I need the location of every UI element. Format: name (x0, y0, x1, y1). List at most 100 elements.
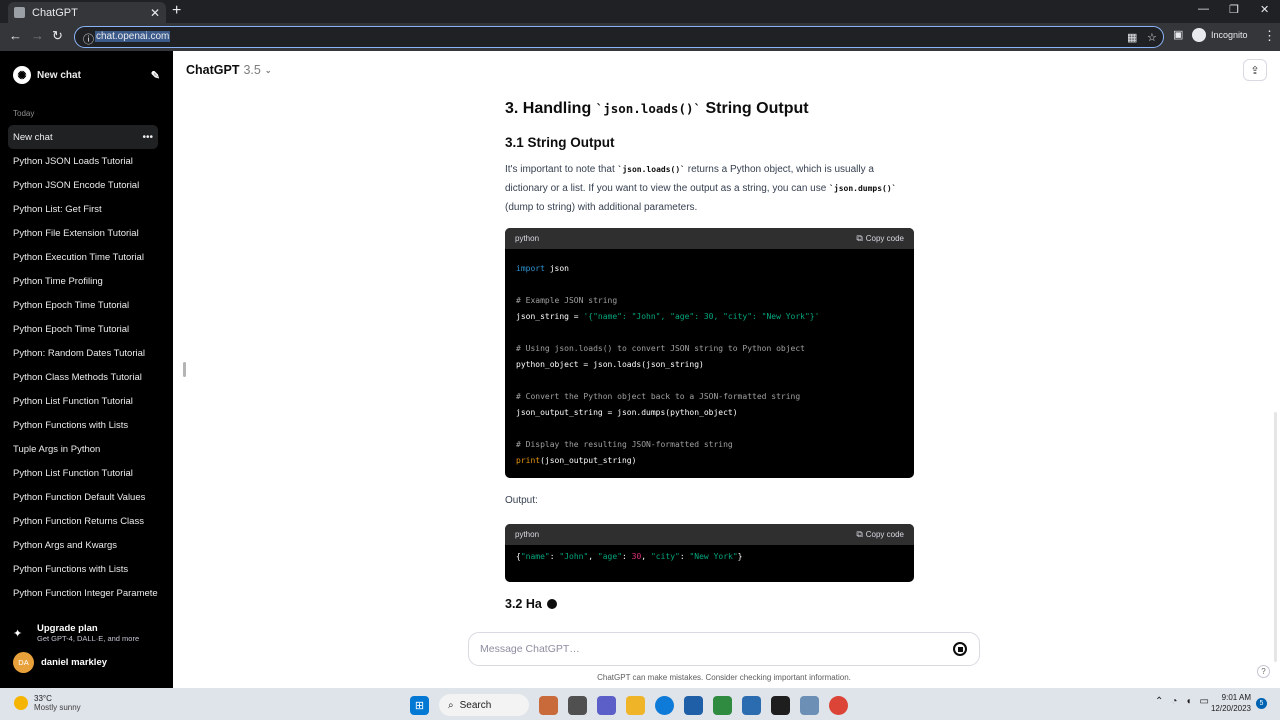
sidebar-item[interactable]: Python List Function Tutorial (8, 461, 158, 485)
heading-text: 3.2 Ha (505, 597, 542, 611)
back-icon[interactable]: ← (9, 28, 22, 43)
sidebar-item-label: Tuple Args in Python (13, 443, 101, 455)
profile-label: Incognito (1211, 30, 1248, 40)
address-bar[interactable]: ⓘ chat.openai.com ▦ ☆ (74, 26, 1164, 48)
incognito-profile[interactable]: Incognito (1192, 28, 1248, 42)
sidebar-item[interactable]: Python Time Profiling (8, 269, 158, 293)
tab-title: ChatGPT (32, 6, 78, 19)
help-icon[interactable]: ? (1257, 665, 1270, 678)
search-icon: ⌕ (448, 699, 454, 711)
window-close-icon[interactable]: ✕ (1260, 3, 1269, 16)
scrollbar[interactable] (1274, 412, 1277, 662)
sidebar-item[interactable]: Python Functions with Lists (8, 413, 158, 437)
sidebar-collapse-handle[interactable] (183, 362, 186, 377)
new-chat-button[interactable]: ✺ New chat ✎ (13, 65, 160, 85)
forward-icon[interactable]: → (31, 28, 44, 43)
sidebar-item[interactable]: New chat ••• (8, 125, 158, 149)
minimize-icon[interactable]: — (1198, 3, 1209, 15)
chat-app-icon[interactable] (597, 695, 616, 715)
avatar: DA (13, 652, 34, 673)
share-button[interactable]: ⇪ (1243, 59, 1267, 81)
sidebar-item-label: Python Function Default Values (13, 491, 146, 503)
wifi-icon[interactable]: ◔ (1171, 696, 1177, 707)
site-info-icon[interactable]: ⓘ (83, 31, 94, 47)
sidebar-item[interactable]: Python JSON Encode Tutorial (8, 173, 158, 197)
code-token: , (588, 552, 598, 561)
reload-icon[interactable]: ↻ (52, 28, 63, 44)
edge-browser-icon[interactable] (655, 695, 674, 715)
sidebar-item[interactable]: Python Function Integer Parameter (8, 581, 158, 605)
sidebar-item[interactable]: Python Function Default Values (8, 485, 158, 509)
sparkle-icon: ✦ (13, 627, 23, 640)
copy-code-button[interactable]: ⧉ Copy code (856, 233, 904, 244)
url-text[interactable]: chat.openai.com (95, 31, 171, 42)
code-token: json_string = (516, 312, 584, 321)
sidebar-item[interactable]: Python Epoch Time Tutorial (8, 317, 158, 341)
volume-icon[interactable]: ◖ (1185, 696, 1191, 707)
openai-logo-icon: ✺ (13, 66, 31, 84)
sidebar-item[interactable]: Python List: Get First (8, 197, 158, 221)
model-name: ChatGPT (186, 63, 240, 77)
sidebar-item-label: Python Class Methods Tutorial (13, 371, 142, 383)
paragraph-text: (dump to string) with additional paramet… (505, 202, 698, 213)
clock[interactable]: 9:01 AM 12/20/2023 (1207, 692, 1251, 714)
disclaimer: ChatGPT can make mistakes. Consider chec… (597, 673, 851, 682)
chat-history-list: New chat ••• Python JSON Loads Tutorial P… (8, 125, 158, 605)
taskbar: 33°C Mostly sunny ⊞ ⌕ Search ⌃ ◔ ◖ ▭ 9:01… (0, 688, 1280, 720)
message-input[interactable]: Message ChatGPT… (468, 632, 980, 666)
sidebar-item-label: Python List Function Tutorial (13, 467, 133, 479)
code-token: "John" (559, 552, 589, 561)
code-token: "name" (520, 552, 550, 561)
task-view-icon[interactable] (568, 695, 587, 715)
code-editor-icon[interactable] (742, 695, 761, 715)
file-explorer-icon[interactable] (626, 695, 645, 715)
section-today: Today (13, 109, 35, 118)
sidebar-item[interactable]: Python Epoch Time Tutorial (8, 293, 158, 317)
stop-generating-button[interactable] (953, 642, 967, 656)
user-menu[interactable]: DA daniel markley (13, 652, 107, 673)
output-label: Output: (505, 495, 538, 506)
remote-desktop-icon[interactable] (800, 695, 819, 715)
sidebar-item[interactable]: Python Args and Kwargs (8, 533, 158, 557)
sidebar-item[interactable]: Python Functions with Lists (8, 557, 158, 581)
chrome-browser-icon[interactable] (829, 695, 848, 715)
widgets-app-icon[interactable] (539, 695, 558, 715)
sidebar-item[interactable]: Python List Function Tutorial (8, 389, 158, 413)
copy-code-button[interactable]: ⧉ Copy code (856, 529, 904, 540)
sidebar-item[interactable]: Python Function Returns Class (8, 509, 158, 533)
tray-overflow-icon[interactable]: ⌃ (1155, 696, 1163, 707)
code-line: import json (516, 261, 904, 277)
sidebar-item[interactable]: Tuple Args in Python (8, 437, 158, 461)
sidebar-item[interactable]: Python Execution Time Tutorial (8, 245, 158, 269)
inline-code: `json.loads()` (617, 165, 685, 174)
taskbar-search[interactable]: ⌕ Search (439, 694, 529, 716)
sidebar-item[interactable]: Python: Random Dates Tutorial (8, 341, 158, 365)
restore-icon[interactable]: ❐ (1229, 3, 1239, 16)
model-selector[interactable]: ChatGPT 3.5 ⌄ (186, 63, 272, 77)
windows-start-icon[interactable]: ⊞ (410, 695, 429, 715)
sidebar-item-label: Python Epoch Time Tutorial (13, 299, 130, 311)
sidebar-item[interactable]: Python Class Methods Tutorial (8, 365, 158, 389)
compose-icon[interactable]: ✎ (151, 69, 160, 82)
code-token: } (737, 552, 743, 561)
browser-menu-icon[interactable]: ⋮ (1263, 28, 1276, 44)
notification-badge[interactable]: 5 (1256, 698, 1267, 709)
upgrade-plan-button[interactable]: ✦ Upgrade plan Get GPT-4, DALL·E, and mo… (13, 621, 163, 645)
more-options-icon[interactable]: ••• (142, 132, 153, 143)
code-line: # Display the resulting JSON-formatted s… (516, 440, 733, 449)
sidebar-item[interactable]: Python JSON Loads Tutorial (8, 149, 158, 173)
qr-code-icon[interactable]: ▦ (1127, 31, 1137, 44)
excel-app-icon[interactable] (713, 695, 732, 715)
side-panel-icon[interactable]: ▣ (1173, 28, 1183, 41)
tab-close-icon[interactable]: ✕ (150, 6, 160, 20)
browser-tab[interactable]: ChatGPT ✕ (8, 2, 166, 23)
output-code-block: python ⧉ Copy code {"name": "John", "age"… (505, 524, 914, 582)
weather-widget[interactable]: 33°C Mostly sunny (14, 694, 81, 712)
new-tab-icon[interactable]: + (172, 2, 181, 20)
store-app-icon[interactable] (684, 695, 703, 715)
terminal-app-icon[interactable] (771, 695, 790, 715)
bookmark-star-icon[interactable]: ☆ (1147, 31, 1157, 44)
inline-code: `json.dumps()` (829, 184, 897, 193)
sidebar-item[interactable]: Python File Extension Tutorial (8, 221, 158, 245)
